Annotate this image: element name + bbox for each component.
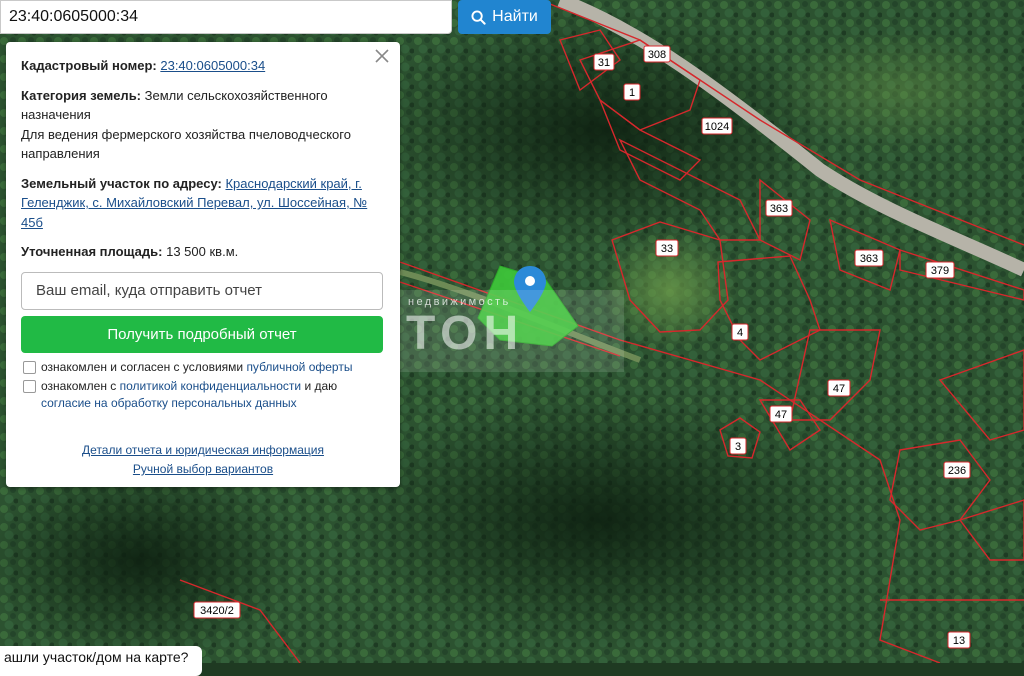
area-label: Уточненная площадь:: [21, 244, 163, 259]
search-icon: [471, 9, 486, 25]
parcel-label: 13: [953, 635, 965, 647]
area-value: 13 500 кв.м.: [166, 244, 239, 259]
parcel-label: 31: [598, 57, 610, 69]
cadastral-number-row: Кадастровый номер: 23:40:0605000:34: [21, 56, 386, 76]
watermark: недвижимость ТОН: [384, 290, 624, 372]
privacy-consent-mid-text: и даю: [301, 378, 338, 393]
cadastral-number-link[interactable]: 23:40:0605000:34: [160, 58, 265, 73]
parcel-label: 4: [737, 327, 743, 339]
address-row: Земельный участок по адресу: Краснодарск…: [21, 174, 386, 233]
parcel-label: 308: [648, 49, 666, 61]
personal-data-consent-link[interactable]: согласие на обработку персональных данны…: [41, 396, 297, 410]
land-category-label: Категория земель:: [21, 87, 142, 103]
land-usage-text: Для ведения фермерского хозяйства пчелов…: [21, 126, 351, 162]
privacy-consent-checkbox[interactable]: [23, 379, 36, 393]
parcel-label: 33: [661, 243, 673, 255]
close-icon[interactable]: [374, 48, 390, 64]
privacy-consent-text: ознакомлен с: [41, 378, 120, 393]
land-category-row: Категория земель: Земли сельскохозяйстве…: [21, 86, 386, 164]
privacy-policy-link[interactable]: политикой конфиденциальности: [120, 379, 301, 393]
public-offer-link[interactable]: публичной оферты: [246, 360, 352, 374]
watermark-logo-text: ТОН: [406, 307, 525, 360]
offer-consent-checkbox[interactable]: [23, 360, 36, 374]
search-button[interactable]: Найти: [458, 0, 551, 34]
parcel-label: 379: [931, 265, 949, 277]
parcel-label: 3: [735, 441, 741, 453]
cadastral-search-input[interactable]: 23:40:0605000:34: [0, 0, 452, 34]
report-details-link[interactable]: Детали отчета и юридическая информация: [6, 441, 400, 460]
parcel-label: 47: [775, 409, 787, 421]
offer-consent-text: ознакомлен и согласен с условиями: [41, 359, 247, 374]
get-report-button[interactable]: Получить подробный отчет: [21, 315, 383, 353]
parcel-label: 47: [833, 383, 845, 395]
parcel-info-panel: Кадастровый номер: 23:40:0605000:34 Кате…: [6, 42, 400, 487]
parcel-label: 3420/2: [200, 605, 234, 617]
email-field[interactable]: Ваш email, куда отправить отчет: [21, 271, 383, 310]
parcel-label: 363: [770, 203, 788, 215]
offer-consent-row: ознакомлен и согласен с условиями публич…: [21, 359, 386, 376]
privacy-consent-row: ознакомлен с политикой конфиденциальност…: [21, 378, 386, 412]
manual-selection-link[interactable]: Ручной выбор вариантов: [6, 460, 400, 479]
cadastral-number-label: Кадастровый номер:: [21, 58, 157, 73]
parcel-label: 1024: [705, 121, 729, 133]
parcel-label: 363: [860, 253, 878, 265]
area-row: Уточненная площадь: 13 500 кв.м.: [21, 242, 386, 262]
panel-footer-links: Детали отчета и юридическая информация Р…: [6, 441, 400, 479]
address-label: Земельный участок по адресу:: [21, 175, 222, 191]
search-button-label: Найти: [492, 8, 538, 25]
find-on-map-hint[interactable]: ашли участок/дом на карте?: [0, 646, 202, 676]
parcel-label: 236: [948, 465, 966, 477]
parcel-label: 1: [629, 87, 635, 99]
